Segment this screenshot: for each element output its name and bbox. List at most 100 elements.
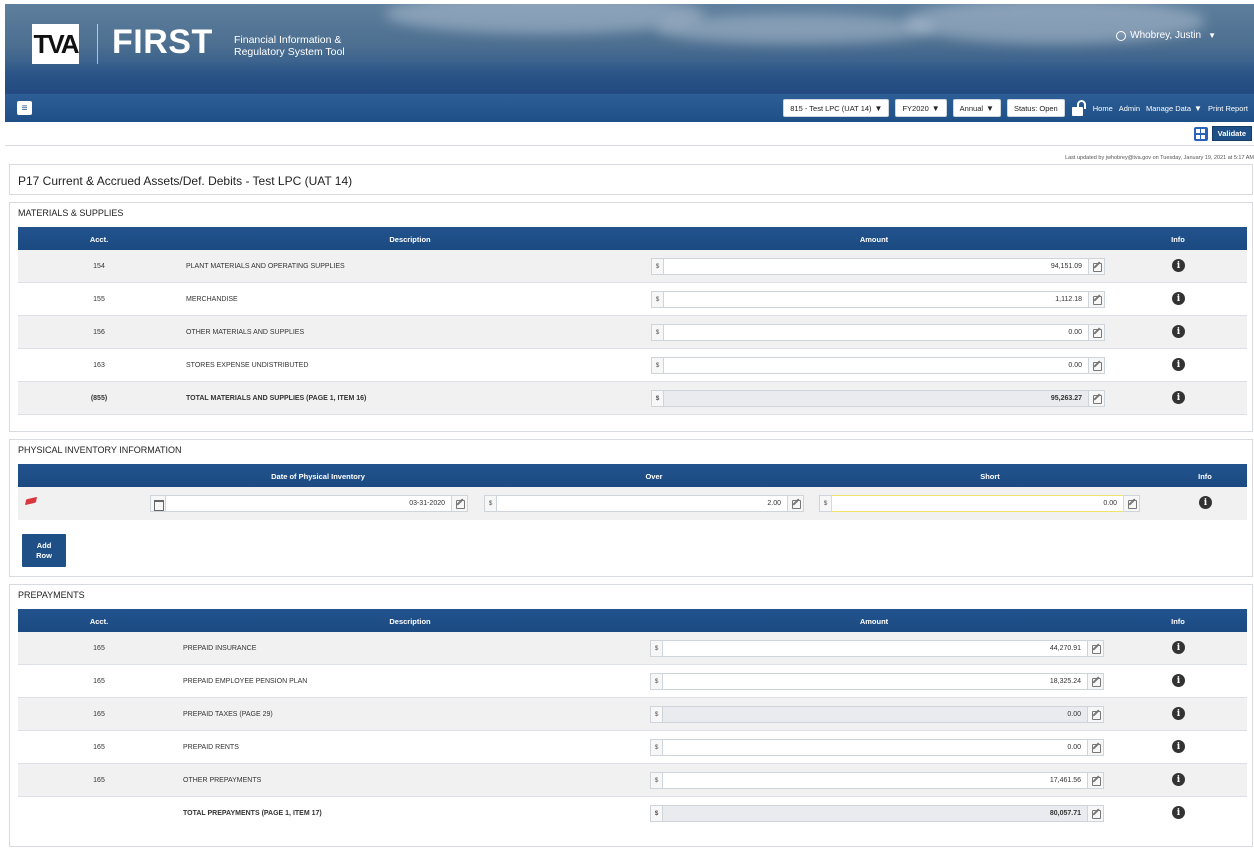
calendar-icon[interactable] (150, 495, 165, 512)
tva-logo: TVA (32, 24, 80, 64)
edit-icon[interactable] (1089, 390, 1105, 407)
table-row: 163 STORES EXPENSE UNDISTRIBUTED $ 0.00 … (18, 349, 1247, 382)
table-row: 154 PLANT MATERIALS AND OPERATING SUPPLI… (18, 250, 1247, 283)
unlock-icon[interactable] (1071, 99, 1087, 117)
chevron-down-icon: ▼ (931, 103, 940, 113)
edit-icon[interactable] (1088, 673, 1104, 690)
edit-icon[interactable] (1089, 291, 1105, 308)
edit-icon[interactable] (1088, 706, 1104, 723)
amount-field[interactable]: 17,461.56 (662, 772, 1088, 789)
edit-icon[interactable] (1089, 357, 1105, 374)
materials-table: Acct. Description Amount Info 154 PLANT … (18, 227, 1247, 415)
info-icon[interactable]: i (1199, 496, 1212, 509)
short-field[interactable]: 0.00 (831, 495, 1124, 512)
amount-field[interactable]: 0.00 (663, 324, 1089, 341)
sub-toolbar: Validate (5, 122, 1254, 146)
table-row: 165 PREPAID INSURANCE $ 44,270.91 i (18, 632, 1247, 665)
page-title: P17 Current & Accrued Assets/Def. Debits… (18, 174, 353, 188)
amount-input-group: $ 0.00 (650, 706, 1104, 723)
total-row: TOTAL PREPAYMENTS (PAGE 1, ITEM 17) $ 80… (18, 797, 1247, 830)
amount-field[interactable]: 94,151.09 (663, 258, 1089, 275)
total-row: (855) TOTAL MATERIALS AND SUPPLIES (PAGE… (18, 382, 1247, 415)
total-amount-field: 80,057.71 (662, 805, 1088, 822)
table-row: 155 MERCHANDISE $ 1,112.18 i (18, 283, 1247, 316)
over-field[interactable]: 2.00 (496, 495, 788, 512)
info-icon[interactable]: i (1172, 292, 1185, 305)
nav-bar: ≡ 815 - Test LPC (UAT 14) ▼ FY2020 ▼ Annua… (5, 94, 1254, 122)
period-dropdown[interactable]: Annual ▼ (952, 99, 1001, 117)
inventory-panel: PHYSICAL INVENTORY INFORMATION Date of P… (9, 439, 1253, 577)
info-icon[interactable]: i (1172, 674, 1185, 687)
edit-icon[interactable] (1124, 495, 1140, 512)
amount-field[interactable]: 18,325.24 (662, 673, 1088, 690)
last-updated-text: Last updated by jwhobrey@tva.gov on Tues… (1065, 155, 1254, 161)
info-icon[interactable]: i (1172, 325, 1185, 338)
edit-icon[interactable] (1088, 739, 1104, 756)
amount-field: 0.00 (662, 706, 1088, 723)
prepayments-panel: PREPAYMENTS Acct. Description Amount Inf… (9, 584, 1253, 847)
info-icon[interactable]: i (1172, 773, 1185, 786)
fiscal-year-dropdown[interactable]: FY2020 ▼ (895, 99, 947, 117)
user-menu[interactable]: Whobrey, Justin ▼ (1116, 30, 1216, 41)
info-icon[interactable]: i (1172, 806, 1185, 819)
info-icon[interactable]: i (1172, 740, 1185, 753)
info-icon[interactable]: i (1172, 707, 1185, 720)
edit-icon[interactable] (788, 495, 804, 512)
info-icon[interactable]: i (1172, 358, 1185, 371)
edit-icon[interactable] (452, 495, 468, 512)
status-badge[interactable]: Status: Open (1006, 99, 1065, 117)
edit-icon[interactable] (1089, 258, 1105, 275)
nav-print-report-link[interactable]: Print Report (1208, 104, 1248, 113)
menu-icon[interactable]: ≡ (17, 101, 32, 115)
table-row: 156 OTHER MATERIALS AND SUPPLIES $ 0.00 … (18, 316, 1247, 349)
amount-input-group: $ 80,057.71 (650, 805, 1104, 822)
materials-panel: MATERIALS & SUPPLIES Acct. Description A… (9, 202, 1253, 432)
chevron-down-icon: ▼ (1194, 103, 1202, 113)
edit-icon[interactable] (1088, 805, 1104, 822)
nav-admin-link[interactable]: Admin (1119, 104, 1140, 113)
amount-field[interactable]: 44,270.91 (662, 640, 1088, 657)
nav-home-link[interactable]: Home (1093, 104, 1113, 113)
short-input-group: $ 0.00 (819, 495, 1140, 512)
table-row: 165 PREPAID RENTS $ 0.00 i (18, 731, 1247, 764)
section-title: MATERIALS & SUPPLIES (18, 208, 124, 218)
amount-input-group: $ 44,270.91 (650, 640, 1104, 657)
entity-dropdown[interactable]: 815 - Test LPC (UAT 14) ▼ (783, 99, 890, 117)
amount-field[interactable]: 1,112.18 (663, 291, 1089, 308)
edit-icon[interactable] (1088, 640, 1104, 657)
amount-input-group: $ 17,461.56 (650, 772, 1104, 789)
amount-input-group: $ 1,112.18 (651, 291, 1105, 308)
user-name: Whobrey, Justin (1130, 30, 1202, 41)
section-title: PHYSICAL INVENTORY INFORMATION (18, 445, 182, 455)
table-header: Acct. Description Amount Info (18, 227, 1247, 250)
user-icon (1116, 30, 1127, 41)
info-icon[interactable]: i (1172, 259, 1185, 272)
validate-button[interactable]: Validate (1211, 126, 1252, 141)
amount-field[interactable]: 0.00 (663, 357, 1089, 374)
info-icon[interactable]: i (1172, 641, 1185, 654)
eraser-icon[interactable] (24, 496, 38, 506)
prepayments-table: Acct. Description Amount Info 165 PREPAI… (18, 609, 1247, 830)
inventory-table: Date of Physical Inventory Over Short In… (18, 464, 1247, 520)
header-banner: TVA FIRST Financial Information & Regula… (5, 4, 1254, 94)
app-subtitle: Financial Information & Regulatory Syste… (234, 34, 345, 58)
add-row-button[interactable]: Add Row (22, 534, 66, 567)
date-field[interactable]: 03-31-2020 (165, 495, 452, 512)
amount-field[interactable]: 0.00 (662, 739, 1088, 756)
table-header: Acct. Description Amount Info (18, 609, 1247, 632)
over-input-group: $ 2.00 (484, 495, 804, 512)
edit-icon[interactable] (1088, 772, 1104, 789)
first-logo: FIRST (112, 23, 213, 61)
grid-icon[interactable] (1194, 127, 1208, 141)
amount-input-group: $ 0.00 (651, 357, 1105, 374)
table-row: 03-31-2020 $ 2.00 $ 0.00 i (18, 487, 1247, 520)
table-row: 165 OTHER PREPAYMENTS $ 17,461.56 i (18, 764, 1247, 797)
info-icon[interactable]: i (1172, 391, 1185, 404)
chevron-down-icon: ▼ (874, 103, 883, 113)
amount-input-group: $ 94,151.09 (651, 258, 1105, 275)
nav-manage-data-link[interactable]: Manage Data ▼ (1146, 104, 1202, 113)
amount-input-group: $ 18,325.24 (650, 673, 1104, 690)
amount-input-group: $ 0.00 (651, 324, 1105, 341)
edit-icon[interactable] (1089, 324, 1105, 341)
page-title-panel: P17 Current & Accrued Assets/Def. Debits… (9, 164, 1253, 195)
